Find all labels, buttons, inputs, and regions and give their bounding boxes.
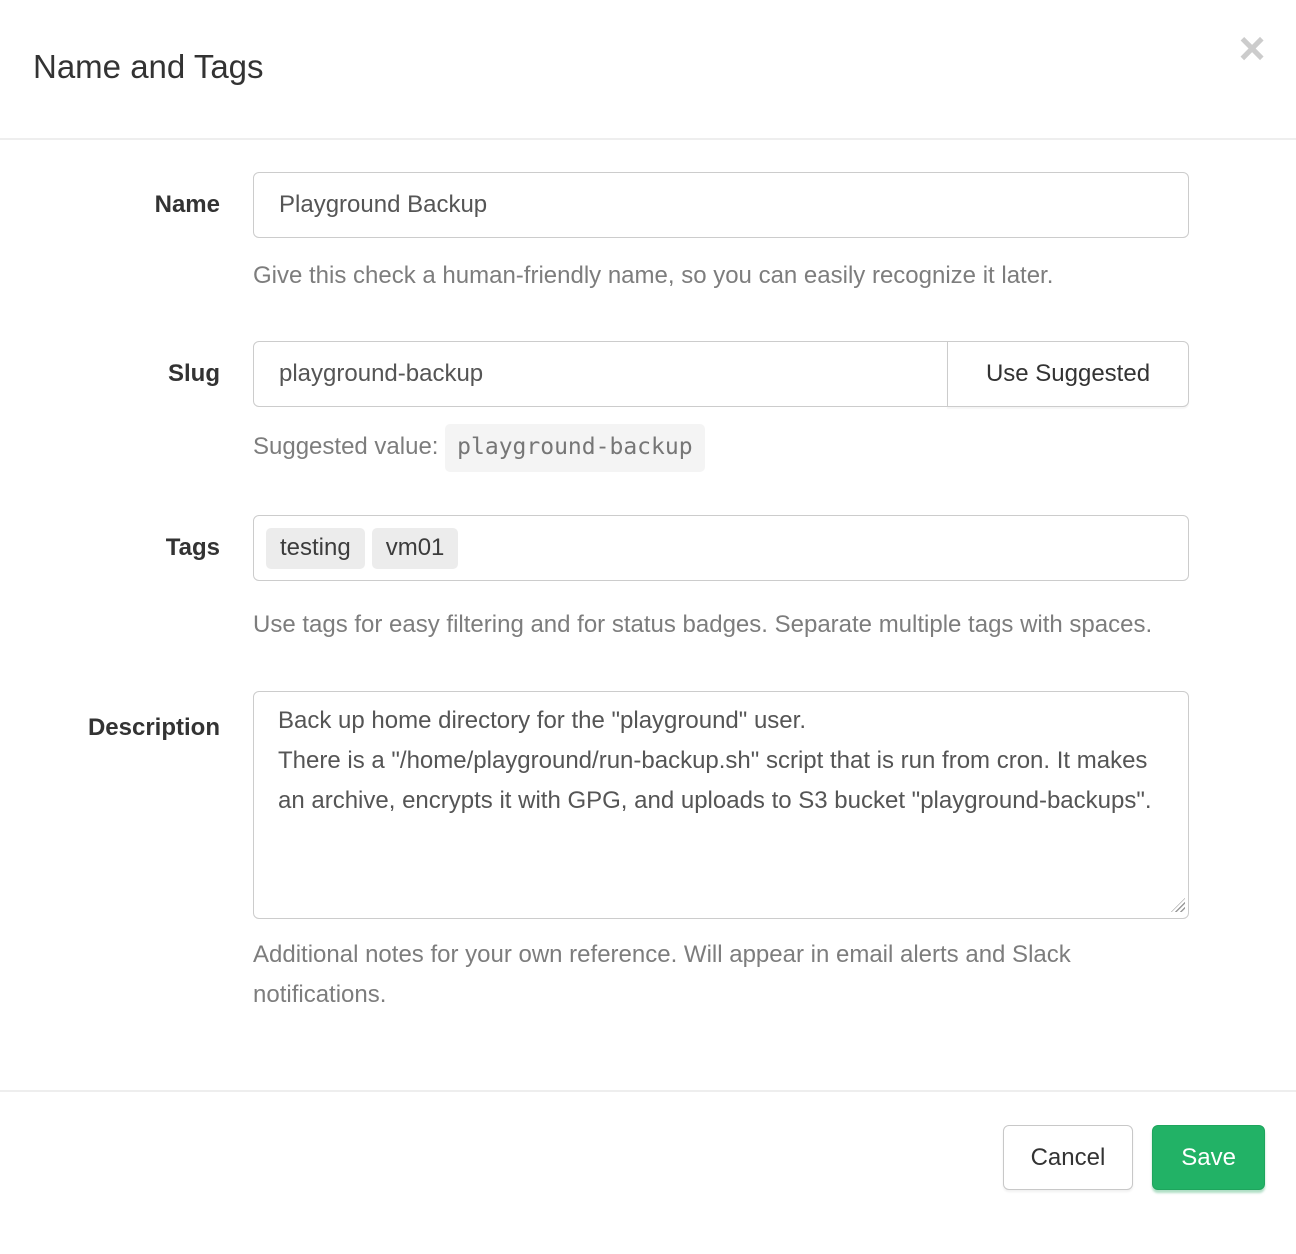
description-help-text: Additional notes for your own reference.…: [253, 935, 1189, 1015]
modal-body: Name Give this check a human-friendly na…: [0, 140, 1296, 1015]
close-button[interactable]: ×: [1234, 30, 1270, 66]
name-and-tags-modal: Name and Tags × Name Give this check a h…: [0, 0, 1296, 1254]
tags-input[interactable]: testing vm01: [253, 515, 1189, 581]
slug-input-group: Use Suggested: [253, 341, 1189, 407]
description-textarea[interactable]: Back up home directory for the "playgrou…: [253, 691, 1189, 919]
slug-form-group: Slug Use Suggested Suggested value: play…: [0, 341, 1215, 472]
tags-label: Tags: [166, 534, 220, 561]
cancel-button[interactable]: Cancel: [1003, 1125, 1134, 1190]
description-form-group: Description Back up home directory for t…: [0, 691, 1215, 1015]
tags-help-text: Use tags for easy filtering and for stat…: [253, 605, 1189, 645]
modal-footer: Cancel Save: [0, 1090, 1296, 1220]
tag-chip[interactable]: vm01: [372, 528, 459, 569]
close-icon: ×: [1239, 22, 1266, 74]
slug-input[interactable]: [253, 341, 948, 407]
description-label: Description: [88, 691, 220, 743]
modal-title: Name and Tags: [33, 44, 1263, 90]
name-help-text: Give this check a human-friendly name, s…: [253, 256, 1189, 296]
suggested-value-line: Suggested value: playground-backup: [253, 424, 1189, 472]
slug-label: Slug: [168, 360, 220, 387]
suggested-value-prefix: Suggested value:: [253, 433, 438, 460]
tags-form-group: Tags testing vm01 Use tags for easy filt…: [0, 515, 1215, 645]
tag-chip[interactable]: testing: [266, 528, 365, 569]
name-input[interactable]: [253, 172, 1189, 238]
suggested-value-code: playground-backup: [445, 424, 704, 472]
modal-header: Name and Tags ×: [0, 0, 1296, 140]
use-suggested-button[interactable]: Use Suggested: [947, 341, 1189, 407]
name-form-group: Name Give this check a human-friendly na…: [0, 172, 1215, 296]
save-button[interactable]: Save: [1152, 1125, 1265, 1190]
name-label: Name: [155, 191, 220, 218]
